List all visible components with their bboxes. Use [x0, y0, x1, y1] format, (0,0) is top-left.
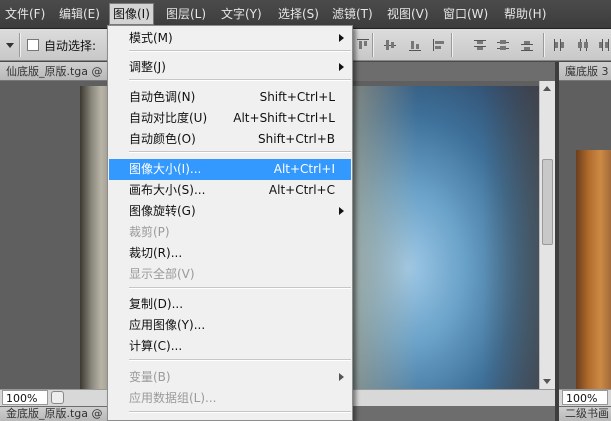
menu-separator — [129, 411, 351, 413]
menu-item-mode[interactable]: 模式(M) — [109, 28, 351, 49]
distribute-top-icon[interactable] — [473, 38, 487, 52]
separator — [451, 33, 453, 57]
menu-item-trim[interactable]: 裁切(R)... — [109, 243, 351, 264]
menu-item-label: 应用数据组(L)... — [129, 391, 217, 405]
align-top-icon[interactable] — [356, 38, 370, 52]
menu-file[interactable]: 文件(F) — [5, 0, 45, 29]
menu-window[interactable]: 窗口(W) — [443, 0, 488, 29]
status-info-icon[interactable] — [51, 391, 64, 404]
zoom-field-left[interactable]: 100% — [2, 390, 48, 405]
menu-help[interactable]: 帮助(H) — [504, 0, 546, 29]
menu-item-label: 显示全部(V) — [129, 267, 195, 281]
texture-image-left — [80, 86, 110, 389]
menu-item-crop: 裁剪(P) — [109, 222, 351, 243]
document-tab-bottom-left[interactable]: 金底版_原版.tga @ — [0, 407, 108, 421]
submenu-arrow-icon — [339, 373, 344, 381]
submenu-arrow-icon — [339, 207, 344, 215]
menu-item-label: 图像旋转(G) — [129, 204, 196, 218]
tool-preset-picker[interactable] — [2, 35, 18, 55]
menu-separator — [129, 79, 351, 81]
distribute-hcenter-icon[interactable] — [576, 38, 590, 52]
menu-item-adjust[interactable]: 调整(J) — [109, 57, 351, 78]
menu-item-label: 变量(B) — [129, 370, 171, 384]
panel-divider[interactable] — [555, 62, 559, 421]
menu-item-auto-color[interactable]: 自动颜色(O) Shift+Ctrl+B — [109, 129, 351, 150]
auto-select-checkbox[interactable] — [27, 39, 39, 51]
image-menu-dropdown: 模式(M) 调整(J) 自动色调(N) Shift+Ctrl+L 自动对比度(U)… — [107, 25, 353, 421]
menu-item-label: 图像大小(I)... — [129, 162, 202, 176]
menu-item-auto-tone[interactable]: 自动色调(N) Shift+Ctrl+L — [109, 87, 351, 108]
distribute-left-icon[interactable] — [552, 38, 566, 52]
menu-item-label: 自动颜色(O) — [129, 132, 196, 146]
chevron-down-icon — [6, 43, 14, 48]
menu-item-shortcut: Shift+Ctrl+L — [259, 90, 335, 104]
texture-image-center-overlay — [352, 86, 539, 389]
menu-item-image-size[interactable]: 图像大小(I)... Alt+Ctrl+I — [109, 159, 351, 180]
menu-item-auto-contrast[interactable]: 自动对比度(U) Alt+Shift+Ctrl+L — [109, 108, 351, 129]
menu-view[interactable]: 视图(V) — [387, 0, 429, 29]
scroll-down-icon[interactable] — [543, 379, 551, 384]
auto-select-label: 自动选择: — [44, 39, 97, 53]
menu-item-apply-image[interactable]: 应用图像(Y)... — [109, 315, 351, 336]
separator — [372, 33, 374, 57]
submenu-arrow-icon — [339, 34, 344, 42]
menu-separator — [129, 50, 351, 52]
menu-separator — [129, 359, 351, 361]
menu-item-label: 调整(J) — [129, 60, 166, 74]
menu-edit[interactable]: 编辑(E) — [59, 0, 100, 29]
menu-separator — [129, 151, 351, 153]
menu-item-label: 模式(M) — [129, 31, 173, 45]
separator — [543, 33, 545, 57]
scroll-thumb[interactable] — [542, 159, 553, 245]
align-left-icon[interactable] — [432, 38, 446, 52]
menu-item-shortcut: Alt+Shift+Ctrl+L — [233, 111, 335, 125]
menu-item-calculations[interactable]: 计算(C)... — [109, 336, 351, 357]
menu-item-apply-data-set: 应用数据组(L)... — [109, 388, 351, 409]
menu-item-reveal-all: 显示全部(V) — [109, 264, 351, 285]
distribute-bottom-icon[interactable] — [520, 38, 534, 52]
distribute-right-icon[interactable] — [596, 38, 610, 52]
menu-item-label: 计算(C)... — [129, 339, 183, 353]
menu-item-label: 复制(D)... — [129, 297, 184, 311]
menu-item-label: 裁剪(P) — [129, 225, 170, 239]
menu-item-shortcut: Shift+Ctrl+B — [258, 132, 335, 146]
menu-item-duplicate[interactable]: 复制(D)... — [109, 294, 351, 315]
scroll-up-icon[interactable] — [543, 86, 551, 91]
menu-image[interactable]: 图像(I) — [109, 3, 154, 25]
submenu-arrow-icon — [339, 63, 344, 71]
menu-item-shortcut: Alt+Ctrl+C — [268, 183, 335, 197]
menu-item-label: 裁切(R)... — [129, 246, 183, 260]
separator — [19, 33, 21, 57]
distribute-vcenter-icon[interactable] — [496, 38, 510, 52]
menu-item-image-rotation[interactable]: 图像旋转(G) — [109, 201, 351, 222]
menu-item-label: 自动色调(N) — [129, 90, 196, 104]
document-tab-left[interactable]: 仙底版_原版.tga @ — [0, 62, 108, 81]
align-bottom-icon[interactable] — [408, 38, 422, 52]
menu-separator — [129, 287, 351, 289]
zoom-field-right[interactable]: 100% — [562, 390, 608, 405]
menu-item-label: 自动对比度(U) — [129, 111, 208, 125]
menu-item-label: 画布大小(S)... — [129, 183, 206, 197]
menu-item-canvas-size[interactable]: 画布大小(S)... Alt+Ctrl+C — [109, 180, 351, 201]
menu-item-shortcut: Alt+Ctrl+I — [273, 162, 335, 176]
menu-item-variables: 变量(B) — [109, 367, 351, 388]
texture-image-right — [576, 150, 611, 389]
status-bar-center — [353, 389, 555, 406]
vertical-scrollbar[interactable] — [539, 81, 555, 389]
document-tab-bottom-right[interactable]: 二级书画 — [559, 407, 611, 421]
menu-item-label: 应用图像(Y)... — [129, 318, 206, 332]
align-vcenter-icon[interactable] — [383, 38, 397, 52]
document-tab-right[interactable]: 魔底版 3 — [559, 62, 611, 81]
